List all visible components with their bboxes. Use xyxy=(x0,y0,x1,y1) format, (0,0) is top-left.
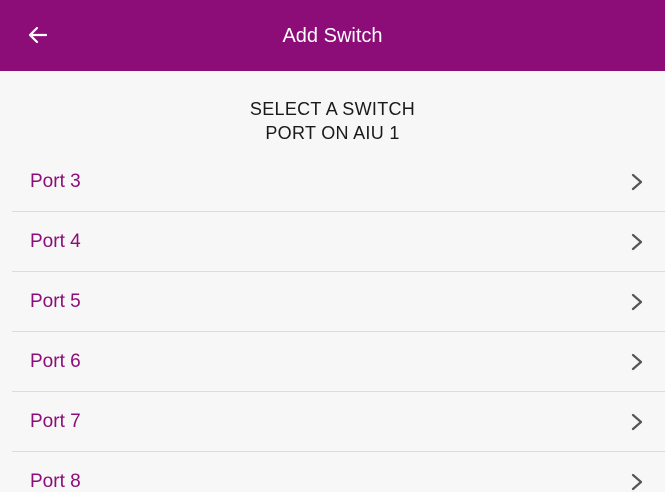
add-switch-screen: Add Switch SELECT A SWITCH PORT ON AIU 1… xyxy=(0,0,665,492)
list-item-port-3[interactable]: Port 3 xyxy=(12,152,665,212)
list-item-port-7[interactable]: Port 7 xyxy=(12,392,665,452)
section-heading-line-2: PORT ON AIU 1 xyxy=(265,123,400,143)
port-list: Port 3 Port 4 Port 5 Port 6 Port 7 Port … xyxy=(0,152,665,492)
port-label: Port 6 xyxy=(30,351,81,372)
section-heading: SELECT A SWITCH PORT ON AIU 1 xyxy=(0,97,665,145)
chevron-right-icon xyxy=(631,473,643,491)
chevron-right-icon xyxy=(631,173,643,191)
port-label: Port 7 xyxy=(30,411,81,432)
port-label: Port 4 xyxy=(30,231,81,252)
port-label: Port 5 xyxy=(30,291,81,312)
port-label: Port 3 xyxy=(30,171,81,192)
chevron-right-icon xyxy=(631,353,643,371)
page-title: Add Switch xyxy=(282,25,383,47)
port-label: Port 8 xyxy=(30,471,81,492)
list-item-port-4[interactable]: Port 4 xyxy=(12,212,665,272)
list-item-port-6[interactable]: Port 6 xyxy=(12,332,665,392)
app-header: Add Switch xyxy=(0,0,665,71)
section-heading-line-1: SELECT A SWITCH xyxy=(249,99,416,119)
chevron-right-icon xyxy=(631,413,643,431)
list-item-port-8[interactable]: Port 8 xyxy=(12,452,665,492)
chevron-right-icon xyxy=(631,293,643,311)
chevron-right-icon xyxy=(631,233,643,251)
list-item-port-5[interactable]: Port 5 xyxy=(12,272,665,332)
